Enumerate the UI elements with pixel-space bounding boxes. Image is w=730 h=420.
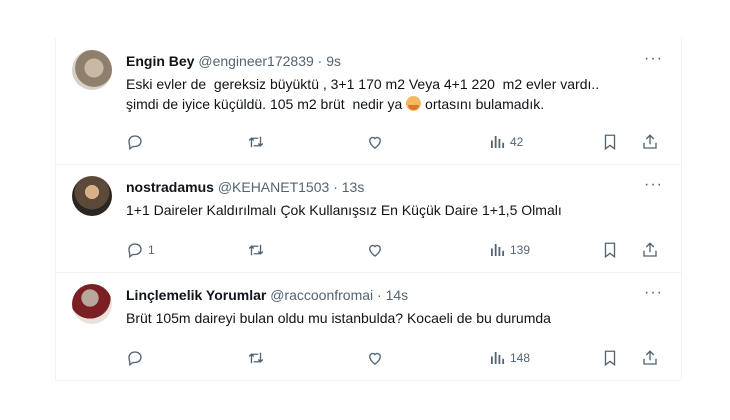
bookmark-button[interactable] [601,240,619,260]
retweet-icon [248,244,264,256]
retweet-icon [248,352,264,364]
like-button[interactable] [366,132,384,152]
user-handle[interactable]: @KEHANET1503 [218,179,329,195]
like-icon [369,136,381,149]
retweet-button[interactable] [246,348,266,368]
tweet-header: Linçlemelik Yorumlar @raccoonfromai · 14… [126,286,408,304]
retweet-button[interactable] [246,132,266,152]
like-icon [369,244,381,257]
views-count: 42 [510,135,524,149]
like-icon [369,352,381,365]
avatar[interactable] [72,50,112,90]
like-button[interactable] [366,348,384,368]
views-icon [491,136,505,148]
separator: · [333,179,338,195]
views-count: 148 [510,351,531,365]
tweet-header: Engin Bey @engineer172839 · 9s [126,52,341,70]
user-handle[interactable]: @engineer172839 [198,53,313,69]
views-button[interactable]: 148 [488,348,530,368]
bookmark-button[interactable] [601,348,619,368]
tweet-text: 1+1 Daireler Kaldırılmalı Çok Kullanışsı… [126,202,562,218]
tweet-text: Eski evler de gereksiz büyüktü , 3+1 170… [126,74,666,114]
avatar[interactable] [72,284,112,324]
reply-count: 1 [148,243,155,257]
reply-icon [128,351,142,367]
reply-icon [128,243,142,259]
tweet[interactable]: Linçlemelik Yorumlar @raccoonfromai · 14… [56,272,681,381]
separator: · [377,287,382,303]
timestamp[interactable]: 14s [386,287,409,303]
retweet-button[interactable] [246,240,266,260]
tweet[interactable]: nostradamus @KEHANET1503 · 13s ··· 1+1 D… [56,164,681,273]
bookmark-icon [604,242,616,259]
retweet-icon [248,136,264,148]
share-button[interactable] [641,240,659,260]
share-icon [643,242,657,257]
bookmark-icon [604,134,616,151]
views-icon [491,352,505,364]
tweet-text: Brüt 105m daireyi bulan oldu mu istanbul… [126,310,551,326]
reply-button[interactable]: 1 [126,240,155,260]
tweet-actions: 42 [126,132,663,152]
face-with-symbol-emoji-icon [406,96,422,111]
timestamp[interactable]: 13s [342,179,365,195]
more-icon[interactable]: ··· [644,50,663,68]
tweet-header: nostradamus @KEHANET1503 · 13s [126,178,364,196]
reply-button[interactable] [126,132,148,152]
display-name[interactable]: nostradamus [126,179,214,195]
share-button[interactable] [641,348,659,368]
views-count: 139 [510,243,531,257]
reply-button[interactable] [126,348,148,368]
more-icon[interactable]: ··· [644,176,663,194]
display-name[interactable]: Linçlemelik Yorumlar [126,287,266,303]
share-button[interactable] [641,132,659,152]
share-icon [643,350,657,365]
timestamp[interactable]: 9s [326,53,341,69]
more-icon[interactable]: ··· [644,284,663,302]
separator: · [317,53,323,69]
views-button[interactable]: 42 [488,132,523,152]
bookmark-icon [604,350,616,367]
reply-icon [128,135,142,151]
like-button[interactable] [366,240,384,260]
tweet-feed: Engin Bey @engineer172839 · 9s ··· Eski … [55,38,682,381]
bookmark-button[interactable] [601,132,619,152]
tweet-actions: 1 139 [126,240,663,260]
user-handle[interactable]: @raccoonfromai [270,287,373,303]
tweet-actions: 148 [126,348,663,368]
display-name[interactable]: Engin Bey [126,53,194,69]
views-button[interactable]: 139 [488,240,530,260]
views-icon [491,244,505,256]
avatar[interactable] [72,176,112,216]
tweet-text-part: ortasını bulamadık. [421,96,545,112]
share-icon [643,134,657,149]
tweet[interactable]: Engin Bey @engineer172839 · 9s ··· Eski … [56,38,681,165]
